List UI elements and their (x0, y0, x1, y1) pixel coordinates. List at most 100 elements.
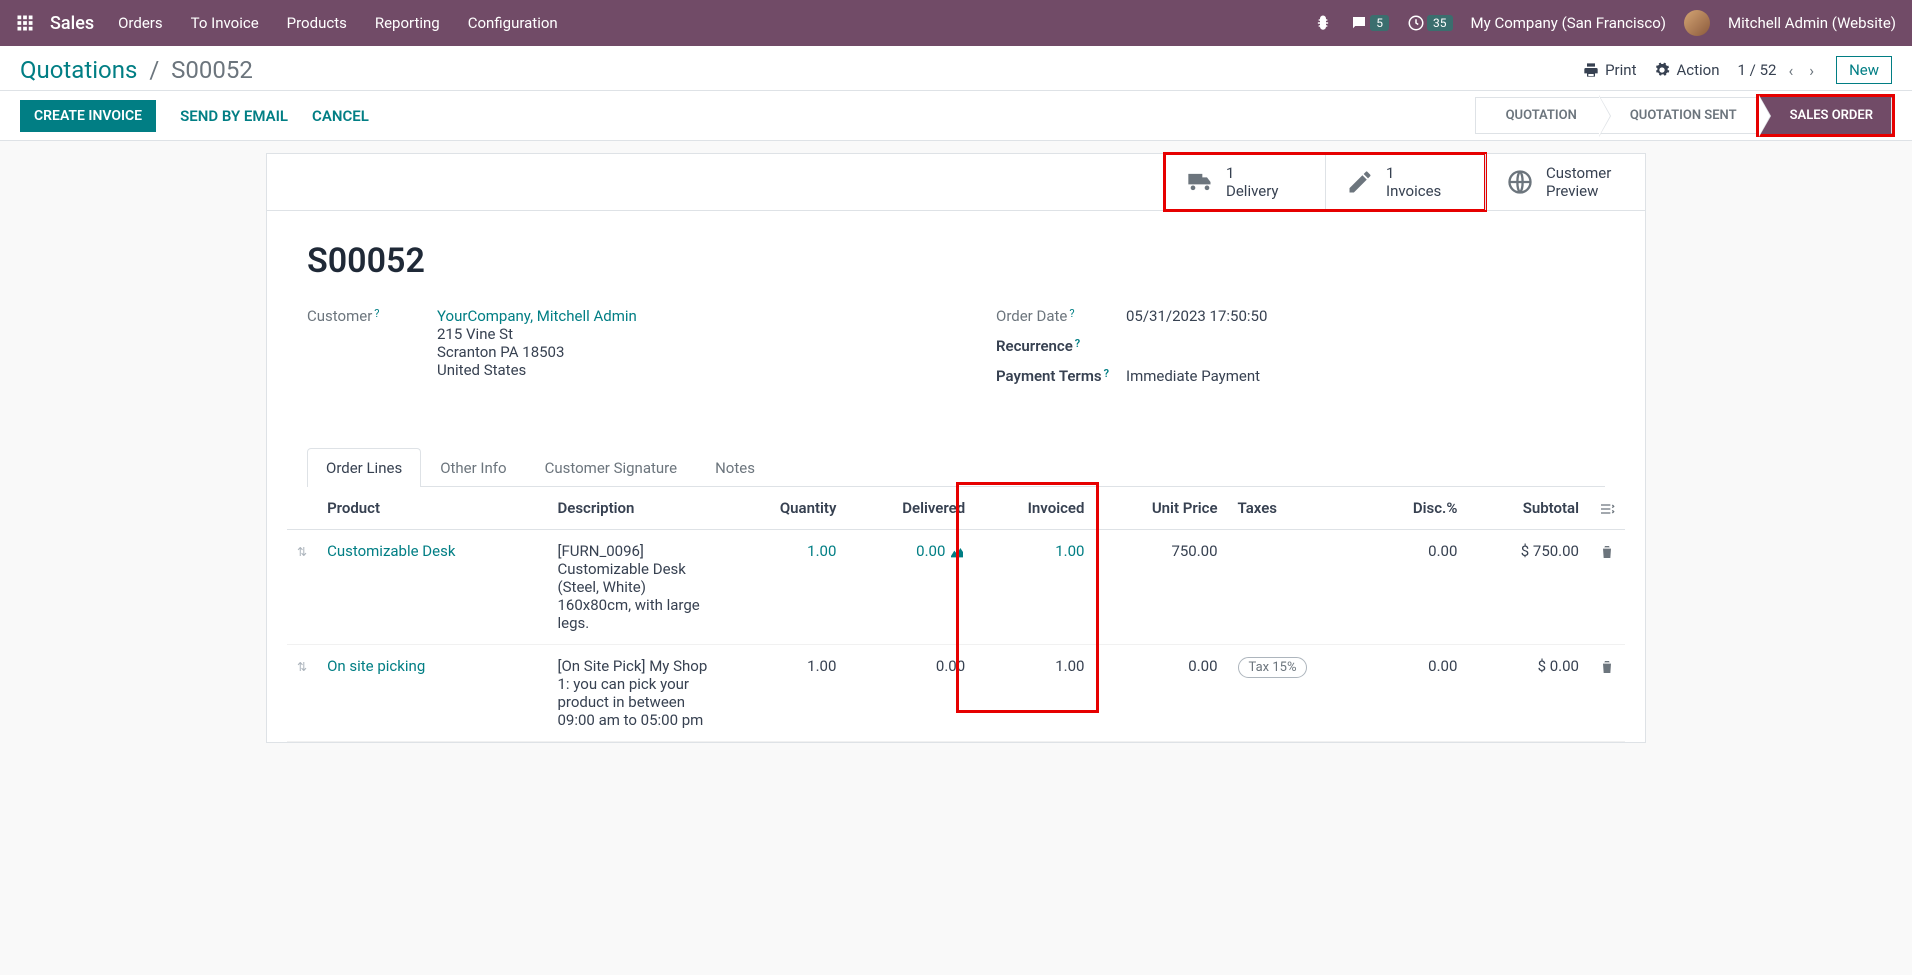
print-icon (1583, 62, 1599, 78)
nav-links: Orders To Invoice Products Reporting Con… (118, 14, 1314, 32)
gear-icon (1654, 62, 1670, 78)
trash-icon[interactable] (1599, 659, 1615, 675)
action-label: Action (1676, 61, 1719, 79)
new-button[interactable]: New (1836, 56, 1892, 84)
status-quotation-sent[interactable]: QUOTATION SENT (1599, 97, 1759, 134)
company-switcher[interactable]: My Company (San Francisco) (1471, 14, 1666, 32)
columns-settings-icon[interactable] (1599, 501, 1615, 517)
orderdate-value[interactable]: 05/31/2023 17:50:50 (1126, 307, 1605, 325)
apps-icon[interactable] (16, 14, 34, 32)
chat-badge: 5 (1370, 15, 1389, 31)
create-invoice-button[interactable]: CREATE INVOICE (20, 100, 156, 132)
orderdate-label: Order Date? (996, 307, 1126, 325)
chart-area-icon[interactable] (949, 544, 965, 560)
stat-customer-preview[interactable]: Customer Preview (1485, 154, 1645, 210)
user-menu[interactable]: Mitchell Admin (Website) (1728, 14, 1896, 32)
activity-indicator[interactable]: 35 (1407, 14, 1453, 32)
globe-icon (1506, 168, 1534, 196)
drag-handle-icon[interactable]: ⇅ (297, 660, 307, 674)
stat-invoices-count: 1 (1386, 164, 1441, 182)
pager-text[interactable]: 1 / 52 (1738, 61, 1777, 79)
cell-subtotal[interactable]: $ 0.00 (1467, 645, 1589, 742)
cell-unit-price[interactable]: 0.00 (1094, 645, 1227, 742)
cell-quantity[interactable]: 1.00 (728, 645, 847, 742)
stat-preview-l2: Preview (1546, 182, 1611, 200)
nav-reporting[interactable]: Reporting (375, 14, 440, 32)
cell-disc[interactable]: 0.00 (1367, 645, 1467, 742)
pencil-square-icon (1346, 168, 1374, 196)
cell-delivered[interactable]: 0.00 (846, 645, 975, 742)
status-bar: QUOTATION QUOTATION SENT SALES ORDER (1475, 97, 1892, 134)
col-disc: Disc.% (1367, 487, 1467, 530)
notebook-tabs: Order Lines Other Info Customer Signatur… (307, 447, 1605, 487)
recurrence-label: Recurrence? (996, 337, 1126, 355)
cell-unit-price[interactable]: 750.00 (1094, 530, 1227, 645)
action-bar: CREATE INVOICE SEND BY EMAIL CANCEL QUOT… (0, 91, 1912, 141)
cell-invoiced[interactable]: 1.00 (975, 645, 1094, 742)
col-unit-price: Unit Price (1094, 487, 1227, 530)
nav-to-invoice[interactable]: To Invoice (191, 14, 259, 32)
form-card: 1 Delivery 1 Invoices Customer Preview S… (266, 153, 1646, 743)
chat-indicator[interactable]: 5 (1350, 14, 1389, 32)
col-quantity: Quantity (728, 487, 847, 530)
cell-product[interactable]: Customizable Desk (327, 542, 455, 560)
stat-delivery-count: 1 (1226, 164, 1279, 182)
activity-badge: 35 (1427, 15, 1453, 31)
order-lines-table: Product Description Quantity Delivered I… (287, 487, 1625, 742)
cell-description[interactable]: [FURN_0096] Customizable Desk (Steel, Wh… (548, 530, 728, 645)
stat-row: 1 Delivery 1 Invoices Customer Preview (267, 154, 1645, 211)
bug-icon[interactable] (1314, 14, 1332, 32)
nav-products[interactable]: Products (287, 14, 347, 32)
trash-icon[interactable] (1599, 544, 1615, 560)
cell-taxes[interactable] (1228, 530, 1368, 645)
address-line1: 215 Vine St (437, 325, 513, 343)
breadcrumb: Quotations / S00052 (20, 56, 1583, 84)
chat-icon (1350, 14, 1368, 32)
customer-label: Customer? (307, 307, 437, 325)
col-taxes: Taxes (1228, 487, 1368, 530)
status-sales-order[interactable]: SALES ORDER (1759, 97, 1892, 134)
pager-next[interactable]: › (1805, 61, 1818, 80)
drag-handle-icon[interactable]: ⇅ (297, 545, 307, 559)
top-navbar: Sales Orders To Invoice Products Reporti… (0, 0, 1912, 46)
breadcrumb-root[interactable]: Quotations (20, 56, 137, 84)
cell-product[interactable]: On site picking (327, 657, 425, 675)
avatar[interactable] (1684, 10, 1710, 36)
tab-customer-signature[interactable]: Customer Signature (526, 448, 697, 487)
address-line2: Scranton PA 18503 (437, 343, 564, 361)
print-label: Print (1605, 61, 1636, 79)
col-product: Product (317, 487, 547, 530)
table-row[interactable]: ⇅ Customizable Desk [FURN_0096] Customiz… (287, 530, 1625, 645)
tab-notes[interactable]: Notes (696, 448, 774, 487)
print-button[interactable]: Print (1583, 61, 1636, 79)
tab-order-lines[interactable]: Order Lines (307, 448, 421, 487)
cancel-button[interactable]: CANCEL (312, 107, 369, 125)
cell-disc[interactable]: 0.00 (1367, 530, 1467, 645)
table-row[interactable]: ⇅ On site picking [On Site Pick] My Shop… (287, 645, 1625, 742)
cell-delivered[interactable]: 0.00 (846, 530, 975, 645)
cell-description[interactable]: [On Site Pick] My Shop 1: you can pick y… (548, 645, 728, 742)
send-email-button[interactable]: SEND BY EMAIL (180, 107, 288, 125)
record-title: S00052 (307, 241, 1605, 281)
cell-subtotal[interactable]: $ 750.00 (1467, 530, 1589, 645)
stat-invoices[interactable]: 1 Invoices (1325, 154, 1485, 210)
status-quotation[interactable]: QUOTATION (1475, 97, 1599, 134)
nav-configuration[interactable]: Configuration (468, 14, 558, 32)
pager-prev[interactable]: ‹ (1784, 61, 1797, 80)
col-delivered: Delivered (846, 487, 975, 530)
action-button[interactable]: Action (1654, 61, 1719, 79)
tab-other-info[interactable]: Other Info (421, 448, 525, 487)
stat-delivery[interactable]: 1 Delivery (1165, 154, 1325, 210)
stat-invoices-label: Invoices (1386, 182, 1441, 200)
nav-orders[interactable]: Orders (118, 14, 163, 32)
cell-taxes[interactable]: Tax 15% (1228, 645, 1368, 742)
customer-value[interactable]: YourCompany, Mitchell Admin (437, 307, 637, 325)
brand-label[interactable]: Sales (50, 13, 94, 34)
cell-quantity[interactable]: 1.00 (728, 530, 847, 645)
cell-invoiced[interactable]: 1.00 (975, 530, 1094, 645)
col-invoiced: Invoiced (975, 487, 1094, 530)
control-panel: Quotations / S00052 Print Action 1 / 52 … (0, 46, 1912, 91)
form-body: S00052 Customer? YourCompany, Mitchell A… (267, 211, 1645, 447)
breadcrumb-current: S00052 (171, 56, 253, 84)
payment-terms-value[interactable]: Immediate Payment (1126, 367, 1605, 385)
